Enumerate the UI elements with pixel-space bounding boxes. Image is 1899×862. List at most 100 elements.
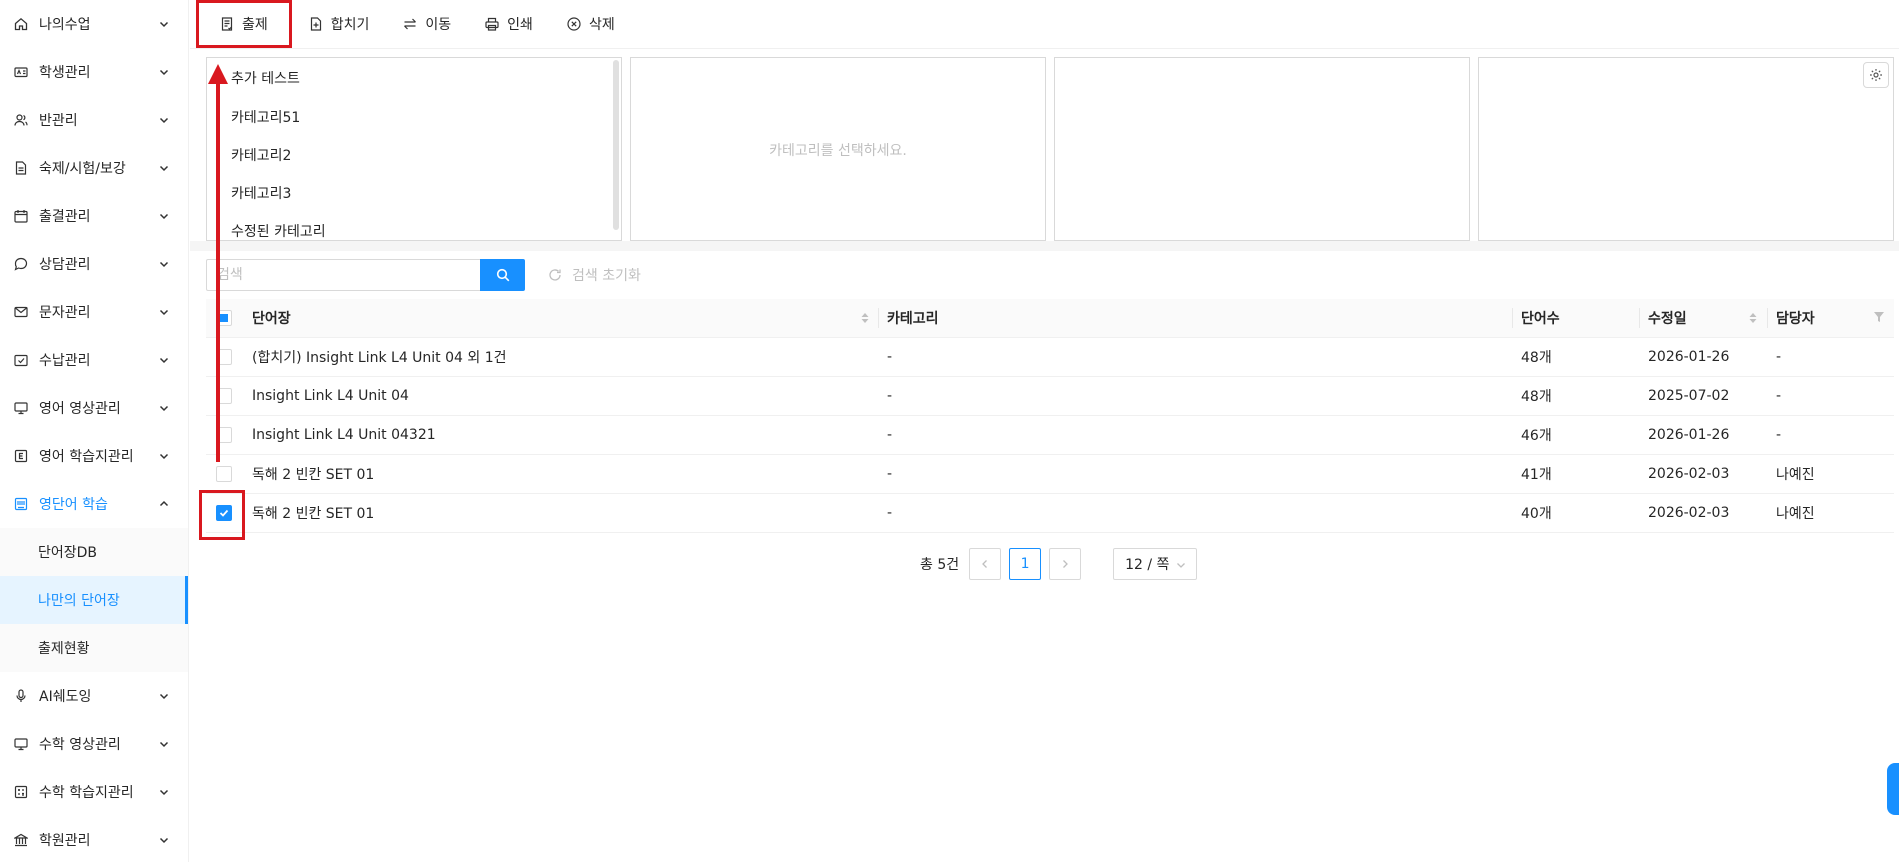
wordbook-name[interactable]: 독해 2 빈칸 SET 01 (252, 455, 374, 493)
wordbook-name[interactable]: (합치기) Insight Link L4 Unit 04 외 1건 (252, 338, 507, 376)
reset-search-button[interactable]: 검색 초기화 (548, 259, 641, 291)
id-card-icon (14, 65, 28, 79)
document-icon (14, 161, 28, 175)
sidebar-subitem-word-db[interactable]: 단어장DB (0, 528, 188, 576)
letter-e-icon (14, 449, 28, 463)
print-button[interactable]: 인쇄 (468, 4, 550, 44)
floating-help-widget[interactable] (1887, 763, 1899, 815)
search-button[interactable] (480, 259, 525, 291)
sidebar-item-counseling[interactable]: 상담관리 (0, 240, 188, 288)
close-circle-icon (567, 17, 581, 31)
sidebar-subitem-assignment-status[interactable]: 출제현황 (0, 624, 188, 672)
table-row[interactable]: Insight Link L4 Unit 04321 - 46개 2026-01… (206, 416, 1894, 455)
category-item[interactable]: 카테고리2 (207, 136, 611, 174)
total-count: 총 5건 (920, 557, 960, 573)
chevron-down-icon (159, 357, 169, 364)
wordbook-category: - (887, 388, 893, 404)
row-checkbox-checked[interactable] (216, 505, 232, 521)
sidebar-item-label: 문자관리 (39, 305, 91, 321)
sidebar-item-attendance[interactable]: 출결관리 (0, 192, 188, 240)
reload-icon (549, 269, 561, 281)
sidebar-item-label: 영단어 학습 (39, 497, 108, 513)
bank-icon (14, 833, 28, 847)
sidebar-item-classes[interactable]: 반관리 (0, 96, 188, 144)
chat-icon (14, 257, 28, 271)
sidebar-subitem-my-wordbook[interactable]: 나만의 단어장 (0, 576, 188, 624)
sidebar-item-label: 반관리 (39, 113, 78, 129)
wallet-check-icon (14, 353, 28, 367)
category-item[interactable]: 카테고리51 (207, 98, 611, 136)
swap-icon (404, 18, 417, 30)
page-size-value: 12 / 쪽 (1125, 557, 1170, 573)
column-divider (1512, 308, 1513, 328)
print-button-label: 인쇄 (507, 17, 533, 33)
column-header-modified-date[interactable]: 수정일 (1648, 299, 1687, 337)
sidebar-item-payments[interactable]: 수납관리 (0, 336, 188, 384)
column-header-word-count: 단어수 (1521, 311, 1560, 327)
toolbar: 출제 합치기 이동 인쇄 삭제 (190, 0, 1899, 49)
sidebar-item-students[interactable]: 학생관리 (0, 48, 188, 96)
category-list: 추가 테스트 카테고리51 카테고리2 카테고리3 수정된 카테고리 (207, 58, 611, 240)
category-item[interactable]: 추가 테스트 (207, 58, 611, 98)
sidebar-item-label: AI쉐도잉 (39, 689, 92, 705)
sidebar-item-label: 학생관리 (39, 65, 91, 81)
wordbook-name[interactable]: Insight Link L4 Unit 04 (252, 377, 409, 415)
move-button[interactable]: 이동 (386, 4, 468, 44)
delete-button-label: 삭제 (588, 17, 615, 33)
table-row[interactable]: 독해 2 빈칸 SET 01 - 41개 2026-02-03 나예진 (206, 455, 1894, 494)
column-header-category: 카테고리 (887, 311, 939, 327)
printer-icon (485, 17, 499, 31)
chevron-down-icon (159, 213, 169, 220)
chevron-down-icon (159, 693, 169, 700)
delete-button[interactable]: 삭제 (550, 4, 632, 44)
page-size-select[interactable]: 12 / 쪽 (1113, 548, 1198, 580)
sort-icon[interactable] (860, 311, 870, 325)
monitor-icon (14, 737, 28, 751)
modified-date: 2026-01-26 (1648, 349, 1730, 365)
sidebar-item-homework[interactable]: 숙제/시험/보강 (0, 144, 188, 192)
select-all-cell (216, 299, 236, 337)
category-item[interactable]: 카테고리3 (207, 174, 611, 212)
prev-page-button[interactable] (969, 548, 1002, 580)
manager-name: - (1776, 427, 1782, 443)
sidebar-item-math-worksheet[interactable]: 수학 학습지관리 (0, 768, 188, 816)
sidebar-item-messages[interactable]: 문자관리 (0, 288, 188, 336)
sidebar-item-math-video[interactable]: 수학 영상관리 (0, 720, 188, 768)
sidebar-item-academy[interactable]: 학원관리 (0, 816, 188, 862)
sidebar-item-english-worksheet[interactable]: 영어 학습지관리 (0, 432, 188, 480)
search-input[interactable] (206, 259, 480, 291)
next-page-button[interactable] (1049, 548, 1082, 580)
sidebar-item-english-video[interactable]: 영어 영상관리 (0, 384, 188, 432)
row-checkbox[interactable] (216, 388, 232, 404)
category-scrollbar[interactable] (613, 60, 619, 230)
wordbook-name[interactable]: Insight Link L4 Unit 04321 (252, 416, 436, 454)
sidebar-item-vocabulary[interactable]: 영단어 학습 (0, 480, 188, 528)
assign-button[interactable]: 출제 (196, 0, 292, 48)
sidebar-item-my-class[interactable]: 나의수업 (0, 0, 188, 48)
sidebar-item-ai-shadowing[interactable]: AI쉐도잉 (0, 672, 188, 720)
wordbook-name[interactable]: 독해 2 빈칸 SET 01 (252, 494, 374, 532)
page-button-current[interactable]: 1 (1009, 548, 1042, 580)
row-checkbox-cell (216, 377, 236, 415)
table-row[interactable]: 독해 2 빈칸 SET 01 - 40개 2026-02-03 나예진 (206, 494, 1894, 533)
word-count: 40개 (1521, 506, 1552, 522)
category-panel-level2: 카테고리를 선택하세요. (630, 57, 1046, 241)
column-header-wordbook[interactable]: 단어장 (252, 299, 291, 337)
table-row[interactable]: (합치기) Insight Link L4 Unit 04 외 1건 - 48개… (206, 338, 1894, 377)
select-all-checkbox[interactable] (216, 310, 232, 326)
table-row[interactable]: Insight Link L4 Unit 04 - 48개 2025-07-02… (206, 377, 1894, 416)
settings-button[interactable] (1863, 62, 1889, 88)
row-checkbox[interactable] (216, 349, 232, 365)
category-item[interactable]: 수정된 카테고리 (207, 212, 611, 240)
sort-icon[interactable] (1748, 311, 1758, 325)
check-icon (219, 509, 229, 517)
row-checkbox-cell (216, 494, 236, 532)
sidebar-item-label: 영어 영상관리 (39, 401, 121, 417)
merge-button[interactable]: 합치기 (292, 4, 387, 44)
chevron-down-icon (159, 21, 169, 28)
row-checkbox[interactable] (216, 427, 232, 443)
column-header-manager: 담당자 (1776, 311, 1815, 327)
column-divider (1767, 308, 1768, 328)
row-checkbox[interactable] (216, 466, 232, 482)
filter-icon[interactable] (1874, 311, 1884, 323)
